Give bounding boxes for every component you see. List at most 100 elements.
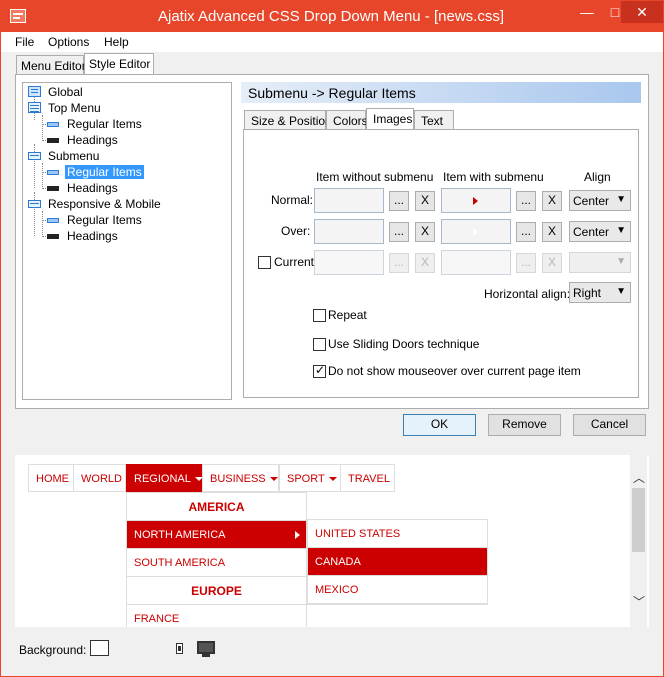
- preview-scrollbar[interactable]: ︿ ﹀: [630, 455, 647, 627]
- normal-submenu-clear-button[interactable]: X: [542, 191, 562, 211]
- tree-label-selected: Regular Items: [65, 165, 144, 179]
- desktop-view-icon[interactable]: [197, 641, 215, 657]
- dropdown-column-regions: AMERICA NORTH AMERICA SOUTH AMERICA EURO…: [126, 492, 307, 627]
- ok-button[interactable]: OK: [403, 414, 476, 436]
- no-mouseover-label: Do not show mouseover over current page …: [328, 364, 581, 378]
- nav-regional[interactable]: REGIONAL: [126, 464, 203, 492]
- normal-clear-button[interactable]: X: [415, 191, 435, 211]
- chevron-down-icon: ▼: [616, 256, 626, 267]
- close-button[interactable]: ✕: [621, 1, 663, 23]
- over-browse-button[interactable]: ...: [389, 222, 409, 242]
- tree-label: Headings: [67, 133, 118, 147]
- horizontal-align-select[interactable]: Right ▼: [569, 282, 631, 303]
- bottom-bar: Background:: [1, 631, 663, 676]
- images-panel: Item without submenu Item with submenu A…: [243, 129, 639, 398]
- no-mouseover-checkbox[interactable]: [313, 363, 326, 378]
- tree-label: Regular Items: [67, 117, 142, 131]
- chevron-down-icon: ▼: [616, 225, 626, 236]
- regular-item-icon: [47, 218, 59, 223]
- heading-icon: [47, 138, 59, 143]
- sliding-doors-checkbox[interactable]: [313, 338, 326, 351]
- current-submenu-image-field[interactable]: [441, 250, 511, 275]
- tab-size-position[interactable]: Size & Position: [244, 110, 332, 130]
- menu-icon: [28, 102, 41, 113]
- dropdown-item-mexico[interactable]: MEXICO: [308, 576, 487, 604]
- submenu-icon: [28, 152, 41, 160]
- dropdown-heading-europe: EUROPE: [127, 577, 306, 605]
- app-icon: [10, 9, 26, 23]
- sliding-doors-label: Use Sliding Doors technique: [328, 337, 480, 351]
- tree-label: Top Menu: [48, 101, 101, 115]
- regular-item-icon: [47, 122, 59, 127]
- section-title: Submenu -> Regular Items: [241, 82, 641, 103]
- submenu-arrow-icon: [295, 531, 300, 539]
- app-window: Ajatix Advanced CSS Drop Down Menu - [ne…: [0, 0, 664, 677]
- scroll-up-icon[interactable]: ︿: [633, 469, 645, 486]
- tree-label: Headings: [67, 229, 118, 243]
- current-submenu-clear-button[interactable]: X: [542, 253, 562, 273]
- nav-business[interactable]: BUSINESS: [202, 464, 279, 492]
- over-submenu-browse-button[interactable]: ...: [516, 222, 536, 242]
- menu-bar: File Options Help: [1, 32, 663, 52]
- tab-menu-editor[interactable]: Menu Editor: [16, 55, 86, 75]
- tab-text[interactable]: Text: [414, 110, 454, 130]
- background-color-swatch[interactable]: [90, 640, 109, 656]
- current-browse-button[interactable]: ...: [389, 253, 409, 273]
- current-submenu-browse-button[interactable]: ...: [516, 253, 536, 273]
- heading-icon: [47, 186, 59, 191]
- tab-style-editor[interactable]: Style Editor: [84, 53, 154, 75]
- over-image-field[interactable]: [314, 219, 384, 244]
- chevron-down-icon: ▼: [616, 286, 626, 297]
- mobile-view-icon[interactable]: [176, 643, 183, 654]
- tree-label: Global: [48, 85, 83, 99]
- tab-colors[interactable]: Colors: [326, 110, 368, 130]
- tree-label: Submenu: [48, 149, 100, 163]
- scrollbar-thumb[interactable]: [632, 488, 645, 552]
- nav-home[interactable]: HOME: [28, 464, 74, 492]
- col-header-with-submenu: Item with submenu: [443, 170, 544, 184]
- submenu-icon: [28, 200, 41, 208]
- title-bar: Ajatix Advanced CSS Drop Down Menu - [ne…: [1, 1, 663, 32]
- current-clear-button[interactable]: X: [415, 253, 435, 273]
- normal-image-field[interactable]: [314, 188, 384, 213]
- remove-button[interactable]: Remove: [488, 414, 561, 436]
- submenu-arrow-icon: [473, 197, 478, 205]
- row-label-normal: Normal:: [271, 193, 314, 207]
- tree-label: Responsive & Mobile: [48, 197, 161, 211]
- over-clear-button[interactable]: X: [415, 222, 435, 242]
- normal-submenu-browse-button[interactable]: ...: [516, 191, 536, 211]
- minimize-button[interactable]: —: [574, 1, 600, 23]
- current-align-select[interactable]: ▼: [569, 252, 631, 273]
- tab-images[interactable]: Images: [366, 108, 414, 130]
- style-tree: Global Top Menu Regular Items Headings S…: [22, 82, 232, 400]
- tree-label: Regular Items: [67, 213, 142, 227]
- scroll-down-icon[interactable]: ﹀: [633, 593, 645, 610]
- dropdown-item-france[interactable]: FRANCE: [127, 605, 306, 627]
- over-align-select[interactable]: Center ▼: [569, 221, 631, 242]
- nav-sport[interactable]: SPORT: [279, 464, 341, 492]
- heading-icon: [47, 234, 59, 239]
- normal-browse-button[interactable]: ...: [389, 191, 409, 211]
- menu-help[interactable]: Help: [104, 35, 129, 49]
- background-label: Background:: [19, 643, 87, 657]
- dropdown-item-north-america[interactable]: NORTH AMERICA: [127, 521, 306, 549]
- over-submenu-image-field[interactable]: [441, 219, 511, 244]
- dropdown-item-south-america[interactable]: SOUTH AMERICA: [127, 549, 306, 577]
- nav-travel[interactable]: TRAVEL: [340, 464, 395, 492]
- horizontal-align-label: Horizontal align:: [484, 287, 571, 301]
- cancel-button[interactable]: Cancel: [573, 414, 646, 436]
- col-header-without-submenu: Item without submenu: [316, 170, 434, 184]
- normal-submenu-image-field[interactable]: [441, 188, 511, 213]
- menu-options[interactable]: Options: [48, 35, 89, 49]
- regular-item-icon: [47, 170, 59, 175]
- repeat-checkbox[interactable]: [313, 309, 326, 322]
- normal-align-select[interactable]: Center ▼: [569, 190, 631, 211]
- row-label-current: Current: [274, 255, 315, 269]
- over-submenu-clear-button[interactable]: X: [542, 222, 562, 242]
- current-image-field[interactable]: [314, 250, 384, 275]
- nav-world[interactable]: WORLD: [73, 464, 126, 492]
- current-checkbox[interactable]: [258, 256, 271, 269]
- menu-file[interactable]: File: [15, 35, 34, 49]
- dropdown-item-canada[interactable]: CANADA: [308, 548, 487, 576]
- dropdown-item-united-states[interactable]: UNITED STATES: [308, 520, 487, 548]
